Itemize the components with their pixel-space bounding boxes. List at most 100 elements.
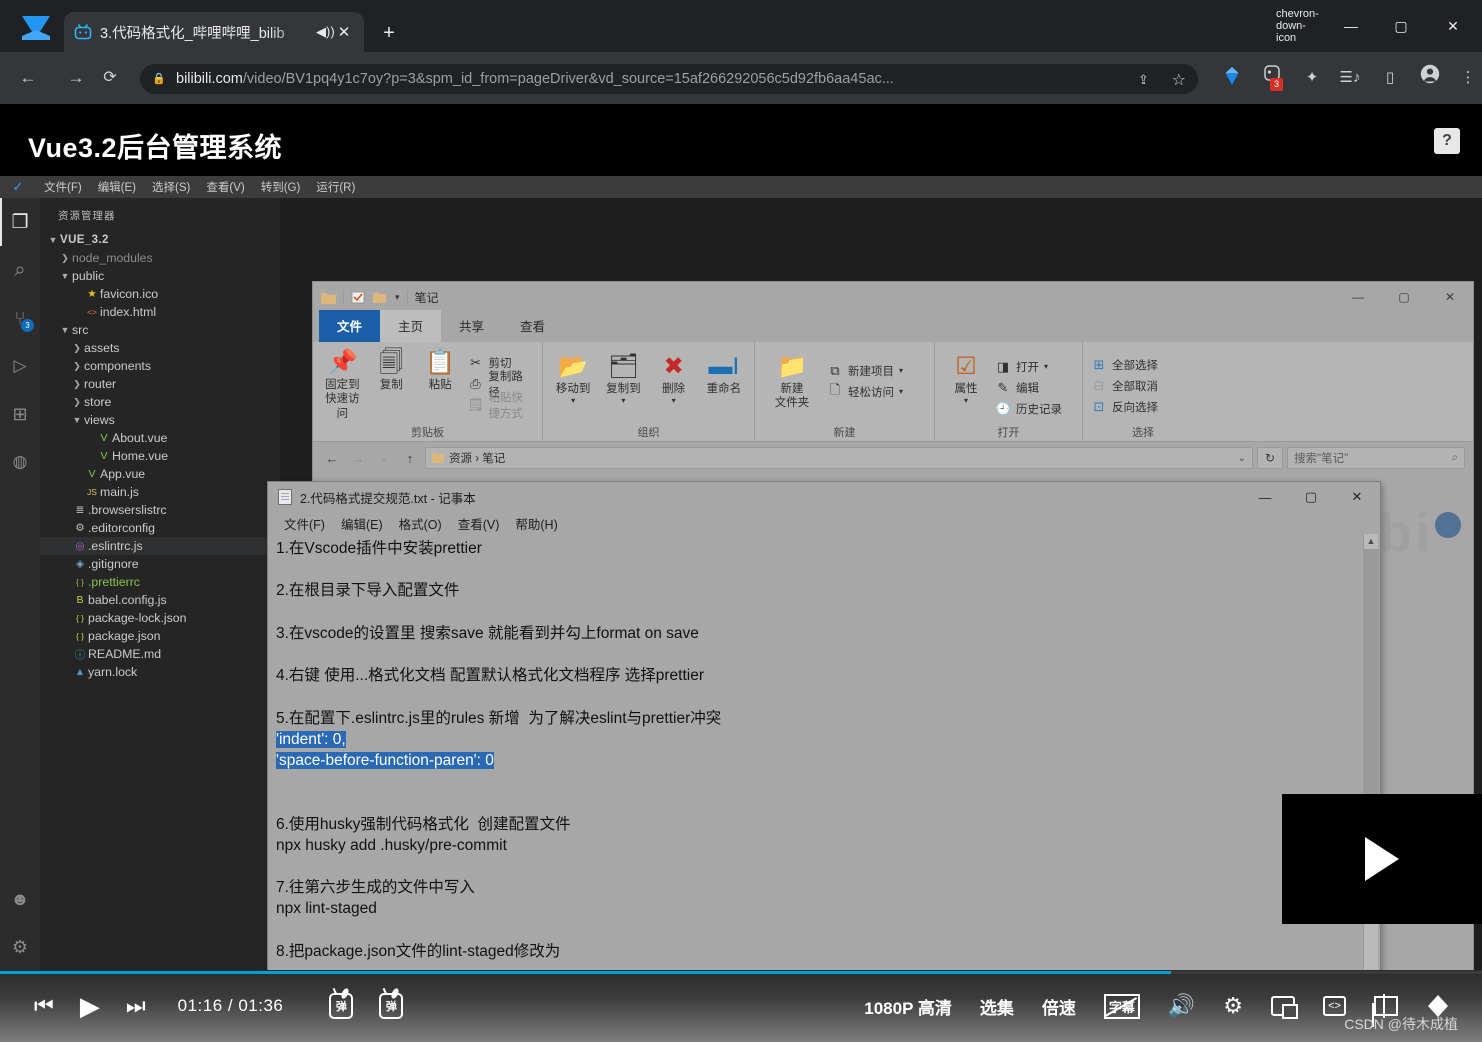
share-icon[interactable]: ⇪ bbox=[1138, 72, 1154, 88]
tree-item-app.vue[interactable]: V App.vue bbox=[40, 465, 280, 483]
notepad-menu-help[interactable]: 帮助(H) bbox=[507, 514, 565, 533]
tree-item-.gitignore[interactable]: ◈ .gitignore bbox=[40, 555, 280, 573]
vscode-menu-selection[interactable]: 选择(S) bbox=[144, 179, 198, 195]
tree-item-home.vue[interactable]: V Home.vue bbox=[40, 447, 280, 465]
subtitle-off-icon[interactable]: 字幕 bbox=[1103, 993, 1140, 1019]
chevron-down-icon[interactable]: ▾ bbox=[1044, 362, 1048, 371]
window-maximize-button[interactable]: ▢ bbox=[1378, 0, 1424, 52]
next-track-icon[interactable]: ⏭ bbox=[126, 995, 146, 1017]
tree-item-store[interactable]: ❯ store bbox=[40, 393, 280, 411]
tree-item-.prettierrc[interactable]: { } .prettierrc bbox=[40, 573, 280, 591]
tree-item-index.html[interactable]: <> index.html bbox=[40, 303, 280, 321]
picture-in-picture-icon[interactable] bbox=[1271, 996, 1298, 1019]
easy-access-button[interactable]: 🗋 轻松访问 ▾ bbox=[827, 381, 903, 402]
tree-item-about.vue[interactable]: V About.vue bbox=[40, 429, 280, 447]
reload-button[interactable]: ⟳ bbox=[96, 64, 124, 92]
tree-item-main.js[interactable]: JS main.js bbox=[40, 483, 280, 501]
forward-button[interactable]: → bbox=[62, 64, 90, 92]
chevron-down-icon[interactable]: ▾ bbox=[899, 366, 903, 375]
bookmark-star-icon[interactable]: ☆ bbox=[1172, 70, 1186, 90]
notepad-scrollbar[interactable]: ▲ ▼ bbox=[1363, 534, 1379, 1025]
source-control-icon[interactable]: ⑂ 3 bbox=[0, 294, 40, 342]
new-folder-button[interactable]: 📁 新建 文件夹 bbox=[763, 350, 821, 411]
tree-item-components[interactable]: ❯ components bbox=[40, 357, 280, 375]
chevron-right-icon[interactable]: ❯ bbox=[70, 379, 84, 390]
notepad-maximize-button[interactable]: ▢ bbox=[1288, 482, 1334, 512]
tree-item-router[interactable]: ❯ router bbox=[40, 375, 280, 393]
side-panel-icon[interactable]: ▯ bbox=[1376, 64, 1404, 92]
tree-item-node_modules[interactable]: ❯ node_modules bbox=[40, 249, 280, 267]
explorer-path-breadcrumb[interactable]: 资源 › 笔记 ⌄ bbox=[425, 447, 1253, 469]
browser-tab[interactable]: 3.代码格式化_哔哩哔哩_bilib ◀)) ✕ bbox=[64, 12, 364, 52]
history-button[interactable]: 🕘 历史记录 bbox=[995, 398, 1062, 419]
explorer-recent-locations-icon[interactable]: ⌄ bbox=[373, 447, 395, 469]
explorer-icon[interactable]: ❐ bbox=[0, 198, 40, 246]
notepad-menu-view[interactable]: 查看(V) bbox=[450, 514, 508, 533]
web-fullscreen-icon[interactable] bbox=[1374, 994, 1398, 1018]
tree-item-vue_3.2[interactable]: ▼ VUE_3.2 bbox=[40, 231, 280, 249]
chevron-down-icon[interactable]: ▾ bbox=[395, 292, 400, 303]
select-none-button[interactable]: ⊟ 全部取消 bbox=[1091, 375, 1195, 396]
tree-item-readme.md[interactable]: ⓘ README.md bbox=[40, 645, 280, 663]
tree-item-yarn.lock[interactable]: ▲ yarn.lock bbox=[40, 663, 280, 681]
delete-button[interactable]: ✖ 删除 ▾ bbox=[652, 350, 696, 406]
tree-item-public[interactable]: ▼ public bbox=[40, 267, 280, 285]
explorer-up-button[interactable]: ↑ bbox=[399, 447, 421, 469]
open-button[interactable]: ◨ 打开 ▾ bbox=[995, 356, 1062, 377]
explorer-close-button[interactable]: ✕ bbox=[1427, 282, 1473, 312]
notepad-menu-format[interactable]: 格式(O) bbox=[391, 514, 450, 533]
danmaku-settings-icon[interactable]: 弹 bbox=[379, 993, 404, 1019]
rename-button[interactable]: ▬I 重命名 bbox=[702, 350, 746, 406]
explorer-minimize-button[interactable]: — bbox=[1335, 282, 1381, 312]
tab-close-icon[interactable]: ✕ bbox=[334, 23, 354, 41]
move-to-button[interactable]: 📂 移动到 ▾ bbox=[551, 350, 595, 406]
search-icon[interactable]: ⌕ bbox=[0, 246, 40, 294]
properties-button[interactable]: ☑ 属性 ▾ bbox=[943, 350, 989, 419]
tree-item-favicon.ico[interactable]: ★ favicon.ico bbox=[40, 285, 280, 303]
playback-speed-button[interactable]: 倍速 bbox=[1042, 994, 1076, 1019]
copy-button[interactable]: 🗐 复制 bbox=[370, 346, 413, 421]
window-close-button[interactable]: ✕ bbox=[1430, 0, 1476, 52]
tree-item-src[interactable]: ▼ src bbox=[40, 321, 280, 339]
copy-to-button[interactable]: 🗂 复制到 ▾ bbox=[601, 350, 645, 406]
vscode-menu-edit[interactable]: 编辑(E) bbox=[90, 179, 144, 195]
previous-track-icon[interactable]: ⏮ bbox=[34, 995, 54, 1017]
vscode-menu-file[interactable]: 文件(F) bbox=[36, 179, 90, 195]
testing-icon[interactable]: ◍ bbox=[0, 438, 40, 486]
chrome-menu-icon[interactable]: ⋮ bbox=[1460, 64, 1476, 92]
chevron-right-icon[interactable]: ❯ bbox=[58, 253, 72, 264]
window-expand-icon[interactable]: chevron-down-icon bbox=[1276, 0, 1322, 52]
invert-selection-button[interactable]: ⊡ 反向选择 bbox=[1091, 396, 1195, 417]
quality-selector[interactable]: 1080P 高清 bbox=[864, 994, 952, 1019]
folder-small-icon[interactable] bbox=[373, 291, 388, 304]
volume-icon[interactable]: 🔊 bbox=[1168, 995, 1195, 1017]
vscode-menu-go[interactable]: 转到(G) bbox=[253, 179, 309, 195]
chevron-down-icon[interactable]: ▼ bbox=[58, 325, 72, 335]
accounts-icon[interactable]: ☻ bbox=[0, 875, 40, 923]
notepad-minimize-button[interactable]: — bbox=[1242, 482, 1288, 512]
diamond-extension-icon[interactable] bbox=[1218, 64, 1246, 92]
notepad-text-area[interactable]: 1.在Vscode插件中安装prettier 2.在根目录下导入配置文件 3.在… bbox=[270, 534, 1364, 1025]
chevron-down-icon[interactable]: ▾ bbox=[899, 387, 903, 396]
video-play-overlay[interactable] bbox=[1282, 794, 1482, 924]
chevron-down-icon[interactable]: ▼ bbox=[58, 271, 72, 281]
new-item-button[interactable]: ⧉ 新建项目 ▾ bbox=[827, 360, 903, 381]
tree-item-package.json[interactable]: { } package.json bbox=[40, 627, 280, 645]
danmaku-disabled-icon[interactable]: 弹 bbox=[329, 993, 354, 1019]
play-icon[interactable]: ▶ bbox=[80, 993, 100, 1019]
profile-avatar-icon[interactable] bbox=[1416, 64, 1444, 92]
tree-item-assets[interactable]: ❯ assets bbox=[40, 339, 280, 357]
tree-item-package-lock.json[interactable]: { } package-lock.json bbox=[40, 609, 280, 627]
chevron-down-icon[interactable]: ▾ bbox=[652, 396, 696, 406]
tree-item-babel.config.js[interactable]: Bbabel.config.js bbox=[40, 591, 280, 609]
chevron-down-icon[interactable]: ▾ bbox=[943, 396, 989, 406]
tree-item-.browserslistrc[interactable]: ≣ .browserslistrc bbox=[40, 501, 280, 519]
chevron-down-icon[interactable]: ⌄ bbox=[1238, 453, 1246, 464]
new-tab-button[interactable]: + bbox=[376, 20, 402, 46]
window-minimize-button[interactable]: — bbox=[1328, 0, 1374, 52]
chevron-down-icon[interactable]: ▼ bbox=[70, 415, 84, 425]
tree-item-.editorconfig[interactable]: ⚙ .editorconfig bbox=[40, 519, 280, 537]
chevron-down-icon[interactable]: ▾ bbox=[551, 396, 595, 406]
extension-puzzle-icon[interactable]: ✦ bbox=[1298, 64, 1326, 92]
vscode-menu-run[interactable]: 运行(R) bbox=[308, 179, 363, 195]
